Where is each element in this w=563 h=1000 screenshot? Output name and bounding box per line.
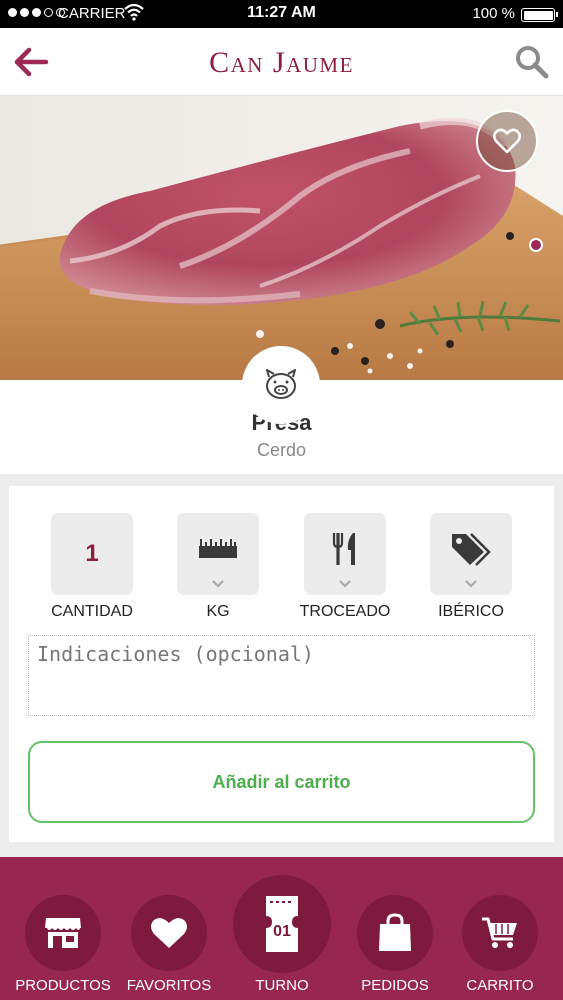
tab-productos-label: PRODUCTOS	[15, 977, 111, 994]
tab-productos-button[interactable]	[25, 895, 101, 971]
iberico-selector[interactable]	[430, 513, 512, 595]
tab-turno[interactable]: 01 TURNO	[232, 875, 332, 994]
chevron-down-icon	[465, 580, 477, 588]
tab-carrito[interactable]: CARRITO	[450, 895, 550, 994]
tab-turno-label: TURNO	[255, 977, 309, 994]
chevron-down-icon	[212, 580, 224, 588]
iberico-label: IBÉRICO	[438, 603, 504, 620]
tab-favoritos-label: FAVORITOS	[126, 977, 212, 994]
iberico-option[interactable]: IBÉRICO	[430, 513, 512, 620]
quantity-value: 1	[85, 540, 99, 567]
troceado-label: TROCEADO	[299, 603, 391, 620]
product-category: Cerdo	[256, 440, 307, 460]
chevron-down-icon	[339, 580, 351, 588]
cart-icon	[482, 917, 517, 948]
kg-label: KG	[206, 603, 230, 620]
carousel-indicator[interactable]	[529, 238, 543, 252]
app: CARRIER 11:27 AM 100 % Can Jaume Cerdo 1…	[0, 0, 563, 1000]
category-badge	[242, 346, 320, 424]
tab-productos[interactable]: PRODUCTOS	[13, 895, 113, 994]
kg-selector[interactable]	[177, 513, 259, 595]
store-icon	[45, 918, 81, 948]
fork-knife-icon	[332, 533, 355, 565]
battery-icon	[521, 8, 558, 22]
quantity-selector[interactable]: 1	[51, 513, 133, 595]
battery-percent: 100 %	[472, 5, 515, 22]
status-bar: CARRIER 11:27 AM 100 %	[0, 0, 563, 28]
tab-pedidos-button[interactable]	[357, 895, 433, 971]
heart-outline-icon	[493, 128, 521, 154]
quantity-label: CANTIDAD	[51, 603, 133, 620]
troceado-option[interactable]: TROCEADO	[300, 513, 390, 620]
add-to-cart-button[interactable]: Añadir al carrito	[28, 741, 535, 823]
ruler-icon	[199, 539, 237, 558]
header: Can Jaume	[0, 28, 563, 96]
quantity-option[interactable]: 1 CANTIDAD	[51, 513, 133, 620]
tab-pedidos-label: PEDIDOS	[361, 977, 429, 994]
notes-input[interactable]	[28, 635, 535, 716]
tab-bar: PRODUCTOS FAVORITOS 01 TURNO PEDIDOS CAR…	[0, 857, 563, 1000]
product-image	[0, 96, 563, 380]
search-icon[interactable]	[513, 44, 551, 80]
tab-favoritos[interactable]: FAVORITOS	[119, 895, 219, 994]
tag-icon	[452, 533, 491, 566]
tab-pedidos[interactable]: PEDIDOS	[345, 895, 445, 994]
tab-turno-button[interactable]: 01	[233, 875, 331, 973]
heart-icon	[151, 918, 187, 948]
favorite-button[interactable]	[476, 110, 538, 172]
ticket-number: 01	[273, 923, 291, 940]
brand-logo: Can Jaume	[209, 46, 354, 79]
tab-favoritos-button[interactable]	[131, 895, 207, 971]
options-card: 1 CANTIDAD KG TROCEADO IBÉRICO Indicacio…	[9, 486, 554, 842]
kg-option[interactable]: KG	[177, 513, 259, 620]
tab-carrito-label: CARRITO	[466, 977, 534, 994]
troceado-selector[interactable]	[304, 513, 386, 595]
tab-carrito-button[interactable]	[462, 895, 538, 971]
shopping-bag-icon	[379, 913, 411, 951]
pig-icon	[266, 369, 296, 399]
